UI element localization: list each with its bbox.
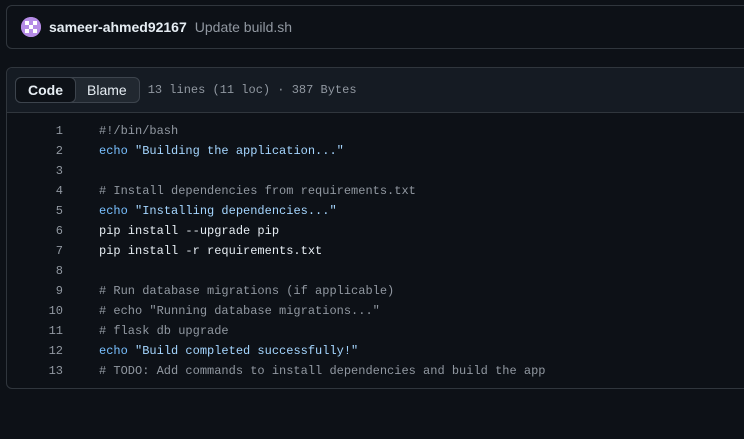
line-number[interactable]: 5 bbox=[7, 201, 63, 221]
line-number[interactable]: 8 bbox=[7, 261, 63, 281]
line-number[interactable]: 9 bbox=[7, 281, 63, 301]
line-content: pip install --upgrade pip bbox=[99, 221, 279, 241]
code-line: 6 pip install --upgrade pip bbox=[7, 221, 744, 241]
line-content: # Run database migrations (if applicable… bbox=[99, 281, 394, 301]
line-number[interactable]: 11 bbox=[7, 321, 63, 341]
line-number[interactable]: 7 bbox=[7, 241, 63, 261]
line-content: pip install -r requirements.txt bbox=[99, 241, 322, 261]
line-number[interactable]: 10 bbox=[7, 301, 63, 321]
code-token: # flask db upgrade bbox=[99, 324, 229, 338]
code-line: 13 # TODO: Add commands to install depend… bbox=[7, 361, 744, 381]
latest-commit-bar: sameer-ahmed92167 Update build.sh bbox=[6, 5, 744, 49]
code-token: # TODO: Add commands to install dependen… bbox=[99, 364, 546, 378]
blame-tab[interactable]: Blame bbox=[75, 78, 139, 102]
line-content: echo "Installing dependencies..." bbox=[99, 201, 337, 221]
line-number[interactable]: 2 bbox=[7, 141, 63, 161]
commit-message-link[interactable]: Update build.sh bbox=[195, 19, 292, 35]
code-line: 2 echo "Building the application..." bbox=[7, 141, 744, 161]
code-token: # Run database migrations (if applicable… bbox=[99, 284, 395, 298]
code-line: 5 echo "Installing dependencies..." bbox=[7, 201, 744, 221]
code-line: 12 echo "Build completed successfully!" bbox=[7, 341, 744, 361]
code-token: "Installing dependencies..." bbox=[135, 204, 337, 218]
line-number[interactable]: 1 bbox=[7, 121, 63, 141]
code-token: "Building the application..." bbox=[135, 144, 344, 158]
code-token: # Install dependencies from requirements… bbox=[99, 184, 416, 198]
code-tab[interactable]: Code bbox=[15, 77, 76, 103]
code-line: 9 # Run database migrations (if applicabl… bbox=[7, 281, 744, 301]
view-mode-toggle: Code Blame bbox=[15, 77, 140, 103]
code-token: pip install --upgrade pip bbox=[99, 224, 280, 238]
file-header: Code Blame 13 lines (11 loc) · 387 Bytes bbox=[7, 68, 744, 113]
code-line: 10 # echo "Running database migrations...… bbox=[7, 301, 744, 321]
file-stats: 13 lines (11 loc) · 387 Bytes bbox=[147, 83, 357, 97]
identicon-icon bbox=[21, 17, 41, 37]
line-content: echo "Build completed successfully!" bbox=[99, 341, 358, 361]
code-token: echo bbox=[99, 204, 128, 218]
code-line: 8 bbox=[7, 261, 744, 281]
code-token: echo bbox=[99, 344, 128, 358]
commit-author-link[interactable]: sameer-ahmed92167 bbox=[49, 19, 187, 35]
line-number[interactable]: 4 bbox=[7, 181, 63, 201]
line-content: #!/bin/bash bbox=[99, 121, 178, 141]
line-number[interactable]: 3 bbox=[7, 161, 63, 181]
code-token: "Build completed successfully!" bbox=[135, 344, 359, 358]
file-viewer: Code Blame 13 lines (11 loc) · 387 Bytes… bbox=[6, 67, 744, 389]
code-line: 3 bbox=[7, 161, 744, 181]
code-token: echo bbox=[99, 144, 128, 158]
avatar[interactable] bbox=[21, 17, 41, 37]
code-line: 4 # Install dependencies from requirement… bbox=[7, 181, 744, 201]
code-view[interactable]: 1 #!/bin/bash 2 echo "Building the applicat… bbox=[7, 113, 744, 381]
code-token: #!/bin/bash bbox=[99, 124, 179, 138]
code-token: pip install -r requirements.txt bbox=[99, 244, 323, 258]
line-content: # flask db upgrade bbox=[99, 321, 229, 341]
line-number[interactable]: 12 bbox=[7, 341, 63, 361]
line-content: # TODO: Add commands to install dependen… bbox=[99, 361, 545, 381]
line-content: echo "Building the application..." bbox=[99, 141, 344, 161]
line-number[interactable]: 13 bbox=[7, 361, 63, 381]
line-number[interactable]: 6 bbox=[7, 221, 63, 241]
code-line: 11 # flask db upgrade bbox=[7, 321, 744, 341]
code-token: # echo "Running database migrations..." bbox=[99, 304, 380, 318]
line-content: # echo "Running database migrations..." bbox=[99, 301, 380, 321]
code-line: 1 #!/bin/bash bbox=[7, 121, 744, 141]
code-line: 7 pip install -r requirements.txt bbox=[7, 241, 744, 261]
line-content: # Install dependencies from requirements… bbox=[99, 181, 416, 201]
